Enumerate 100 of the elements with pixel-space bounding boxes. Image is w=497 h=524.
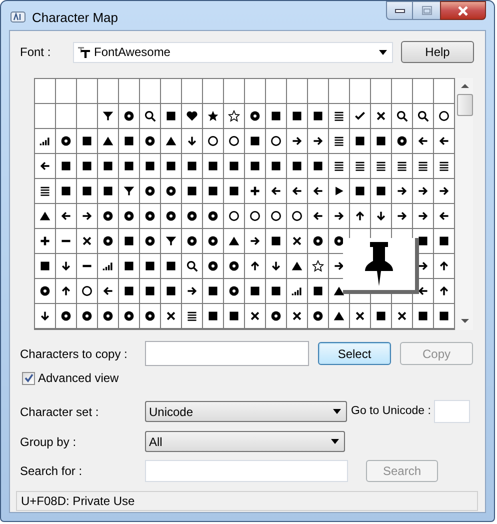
character-cell[interactable] <box>224 254 244 278</box>
character-cell[interactable] <box>77 79 97 103</box>
star-icon[interactable] <box>207 110 219 122</box>
character-cell[interactable] <box>119 304 139 328</box>
scrollbar[interactable] <box>456 78 473 330</box>
character-cell[interactable] <box>329 304 349 328</box>
character-cell[interactable] <box>308 204 328 228</box>
lines-icon[interactable] <box>333 135 345 147</box>
square-icon[interactable] <box>123 285 135 297</box>
disc-icon[interactable] <box>144 185 156 197</box>
character-cell[interactable] <box>98 154 118 178</box>
arrow-up-icon[interactable] <box>60 285 72 297</box>
character-cell[interactable] <box>161 129 181 153</box>
character-set-dropdown[interactable]: Unicode <box>145 401 347 422</box>
square-icon[interactable] <box>186 185 198 197</box>
character-cell[interactable] <box>434 179 454 203</box>
character-cell[interactable] <box>182 279 202 303</box>
arrow-right-icon[interactable] <box>291 135 303 147</box>
arrow-right-icon[interactable] <box>333 210 345 222</box>
disc-icon[interactable] <box>249 110 261 122</box>
character-cell[interactable] <box>413 304 433 328</box>
character-cell[interactable] <box>119 154 139 178</box>
character-cell[interactable] <box>203 304 223 328</box>
character-cell[interactable] <box>77 229 97 253</box>
character-cell[interactable] <box>56 179 76 203</box>
character-cell[interactable] <box>287 304 307 328</box>
character-cell[interactable] <box>35 254 55 278</box>
square-icon[interactable] <box>123 260 135 272</box>
character-cell[interactable] <box>392 79 412 103</box>
character-cell[interactable] <box>392 154 412 178</box>
character-cell[interactable] <box>203 129 223 153</box>
character-cell[interactable] <box>224 179 244 203</box>
character-cell[interactable] <box>182 304 202 328</box>
character-cell[interactable] <box>350 204 370 228</box>
character-cell[interactable] <box>434 279 454 303</box>
disc-icon[interactable] <box>270 310 282 322</box>
character-cell[interactable] <box>161 79 181 103</box>
search-field[interactable] <box>145 460 348 482</box>
character-cell[interactable] <box>350 129 370 153</box>
character-cell[interactable] <box>56 204 76 228</box>
arrow-up-icon[interactable] <box>438 285 450 297</box>
square-icon[interactable] <box>291 160 303 172</box>
character-cell[interactable] <box>308 179 328 203</box>
character-cell[interactable] <box>98 229 118 253</box>
character-cell[interactable] <box>203 104 223 128</box>
character-cell[interactable] <box>98 279 118 303</box>
square-icon[interactable] <box>165 260 177 272</box>
cross-icon[interactable] <box>375 110 387 122</box>
triangle-icon[interactable] <box>102 135 114 147</box>
disc-icon[interactable] <box>165 210 177 222</box>
square-icon[interactable] <box>81 185 93 197</box>
character-cell[interactable] <box>371 79 391 103</box>
ring-icon[interactable] <box>249 210 261 222</box>
character-cell[interactable] <box>161 229 181 253</box>
arrow-right-icon[interactable] <box>81 210 93 222</box>
disc-icon[interactable] <box>396 135 408 147</box>
character-cell[interactable] <box>308 129 328 153</box>
character-cell[interactable] <box>266 129 286 153</box>
character-cell[interactable] <box>161 204 181 228</box>
character-cell[interactable] <box>266 304 286 328</box>
arrow-left-icon[interactable] <box>417 285 429 297</box>
square-icon[interactable] <box>60 160 72 172</box>
character-cell[interactable] <box>287 229 307 253</box>
square-icon[interactable] <box>102 185 114 197</box>
square-icon[interactable] <box>249 285 261 297</box>
help-button[interactable]: Help <box>401 41 474 63</box>
triangle-icon[interactable] <box>291 260 303 272</box>
character-cell[interactable] <box>287 179 307 203</box>
arrow-down-icon[interactable] <box>375 210 387 222</box>
character-cell[interactable] <box>224 104 244 128</box>
ring-icon[interactable] <box>207 135 219 147</box>
square-icon[interactable] <box>60 185 72 197</box>
character-cell[interactable] <box>161 154 181 178</box>
square-icon[interactable] <box>270 285 282 297</box>
square-icon[interactable] <box>123 235 135 247</box>
character-cell[interactable] <box>224 79 244 103</box>
character-cell[interactable] <box>77 129 97 153</box>
character-cell[interactable] <box>35 129 55 153</box>
lines-icon[interactable] <box>354 160 366 172</box>
lines-icon[interactable] <box>396 160 408 172</box>
character-cell[interactable] <box>350 79 370 103</box>
cross-icon[interactable] <box>354 310 366 322</box>
character-cell[interactable] <box>371 204 391 228</box>
ring-icon[interactable] <box>270 210 282 222</box>
arrow-down-icon[interactable] <box>39 310 51 322</box>
character-cell[interactable] <box>413 154 433 178</box>
character-cell[interactable] <box>371 104 391 128</box>
character-cell[interactable] <box>266 229 286 253</box>
disc-icon[interactable] <box>60 310 72 322</box>
character-cell[interactable] <box>350 154 370 178</box>
play-icon[interactable] <box>333 185 345 197</box>
ring-icon[interactable] <box>228 210 240 222</box>
character-cell[interactable] <box>119 129 139 153</box>
search-icon[interactable] <box>186 260 198 272</box>
character-cell[interactable] <box>56 279 76 303</box>
character-cell[interactable] <box>182 129 202 153</box>
character-cell[interactable] <box>329 129 349 153</box>
character-cell[interactable] <box>266 179 286 203</box>
character-cell[interactable] <box>371 304 391 328</box>
character-cell[interactable] <box>182 104 202 128</box>
